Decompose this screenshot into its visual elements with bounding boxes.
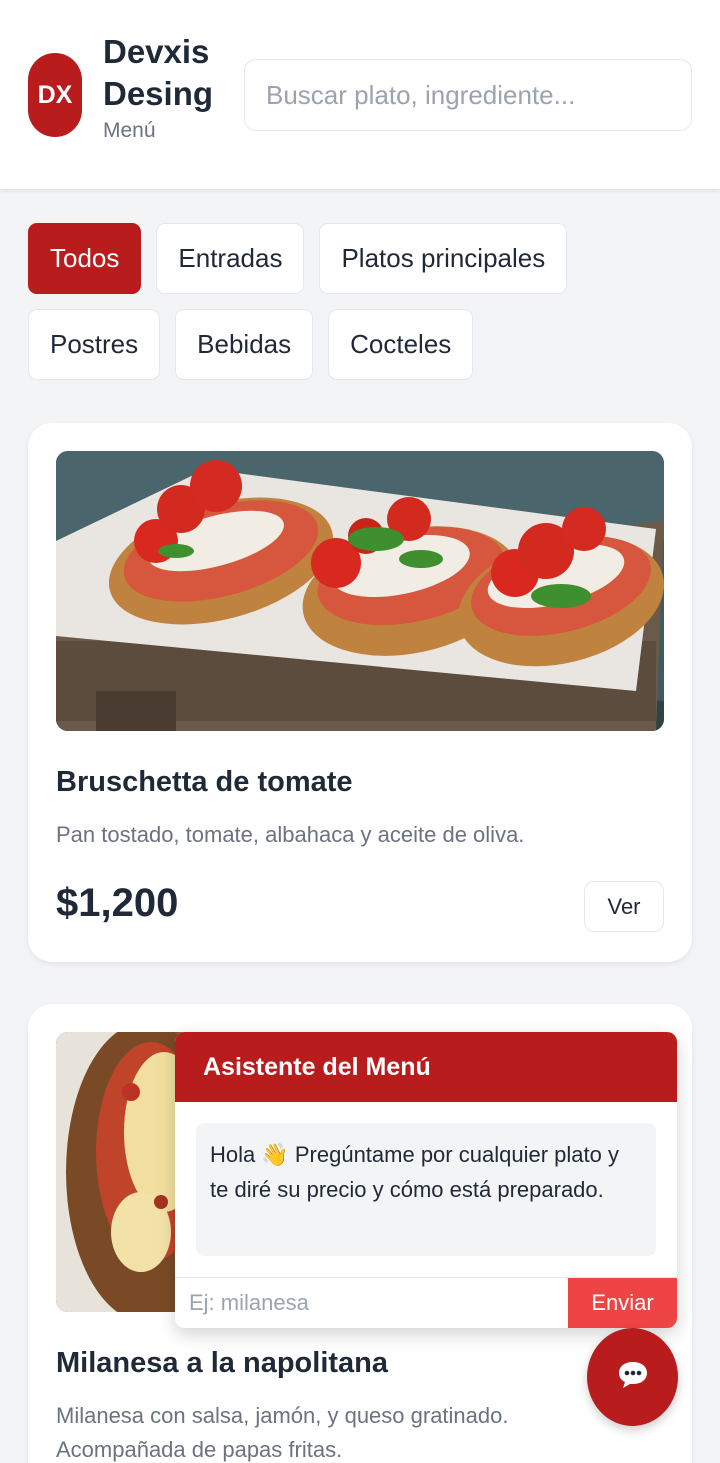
category-chip-entradas[interactable]: Entradas xyxy=(156,223,305,294)
category-chip-bebidas[interactable]: Bebidas xyxy=(175,309,314,380)
dish-description: Pan tostado, tomate, albahaca y aceite d… xyxy=(56,822,525,847)
assistant-title: Asistente del Menú xyxy=(175,1032,677,1102)
view-dish-button[interactable]: Ver xyxy=(584,881,664,932)
category-filters: Todos Entradas Platos principales Postre… xyxy=(28,223,698,380)
chat-bubble-icon xyxy=(616,1359,650,1396)
chat-toggle-button[interactable] xyxy=(587,1328,678,1426)
assistant-input-bar: Enviar xyxy=(175,1277,677,1328)
dish-title: Milanesa a la napolitana xyxy=(56,1347,388,1379)
dish-image-bruschetta xyxy=(56,451,664,731)
brand-name: Devxis Desing xyxy=(103,33,214,112)
category-chip-postres[interactable]: Postres xyxy=(28,309,161,380)
search-input[interactable] xyxy=(244,59,692,131)
category-chip-cocteles[interactable]: Cocteles xyxy=(328,309,474,380)
menu-assistant-panel: Asistente del Menú Hola 👋 Pregúntame por… xyxy=(175,1032,677,1328)
category-chip-todos[interactable]: Todos xyxy=(28,223,142,294)
send-button[interactable]: Enviar xyxy=(568,1278,677,1328)
app-header: DX Devxis Desing Menú xyxy=(0,0,720,189)
assistant-input[interactable] xyxy=(175,1278,568,1328)
dish-title: Bruschetta de tomate xyxy=(56,766,353,798)
dish-description: Milanesa con salsa, jamón, y queso grati… xyxy=(56,1403,509,1462)
category-chip-platos-principales[interactable]: Platos principales xyxy=(319,223,568,294)
assistant-message: Hola 👋 Pregúntame por cualquier plato y … xyxy=(196,1123,656,1256)
dish-price: $1,200 xyxy=(56,881,179,925)
brand-logo[interactable]: DX xyxy=(28,53,82,137)
brand-subtitle: Menú xyxy=(103,119,156,142)
brand-block: Devxis Desing Menú xyxy=(103,31,233,143)
dish-card: Bruschetta de tomate Pan tostado, tomate… xyxy=(28,423,692,962)
